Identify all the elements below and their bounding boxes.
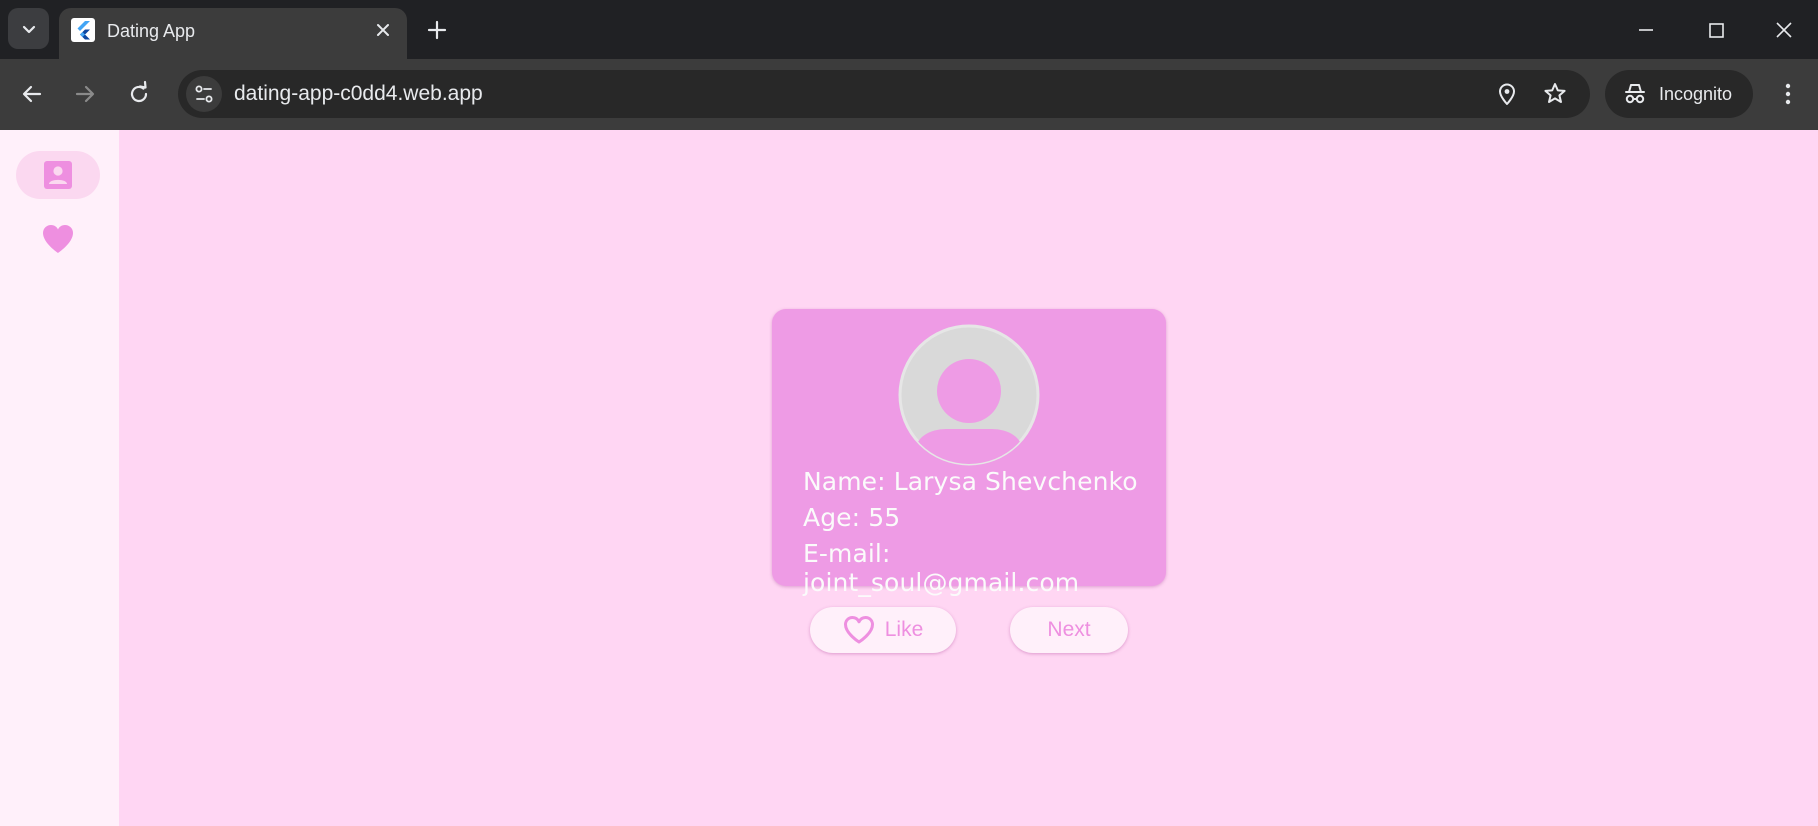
tab-search-button[interactable] (8, 8, 49, 49)
flutter-icon (71, 18, 95, 42)
profile-card: Name: Larysa Shevchenko Age: 55 E-mail: … (772, 309, 1166, 597)
star-icon[interactable] (1541, 80, 1569, 108)
site-info-button[interactable] (186, 76, 222, 112)
navigation-rail (0, 130, 119, 826)
heart-icon (43, 225, 73, 253)
profile-email: E-mail: joint_soul@gmail.com (803, 539, 1080, 597)
next-button-label: Next (1047, 618, 1091, 641)
nav-item-profiles[interactable] (16, 151, 100, 199)
url-text[interactable]: dating-app-c0dd4.web.app (234, 82, 483, 106)
browser-toolbar: dating-app-c0dd4.web.app Incognito (0, 59, 1818, 130)
kebab-menu-icon[interactable] (1770, 76, 1806, 112)
incognito-indicator[interactable]: Incognito (1605, 70, 1753, 118)
plus-icon[interactable] (423, 16, 451, 44)
like-button[interactable]: Like (810, 607, 956, 653)
chevron-down-icon (22, 25, 35, 33)
tune-icon (195, 85, 213, 103)
browser-tab-strip: Dating App (0, 0, 1818, 59)
browser-tab[interactable]: Dating App (59, 8, 407, 59)
tab-title: Dating App (107, 21, 196, 41)
arrow-right-icon[interactable] (67, 76, 103, 112)
reload-icon[interactable] (121, 76, 157, 112)
close-icon[interactable] (371, 18, 395, 42)
arrow-left-icon[interactable] (14, 76, 50, 112)
nav-item-likes[interactable] (16, 215, 100, 263)
like-button-label: Like (884, 618, 924, 641)
heart-outline-icon (843, 616, 874, 644)
maximize-icon[interactable] (1700, 14, 1732, 46)
avatar-placeholder-icon (898, 324, 1040, 466)
profile-name: Name: Larysa Shevchenko (803, 467, 1138, 496)
location-pin-icon[interactable] (1493, 80, 1521, 108)
address-bar[interactable]: dating-app-c0dd4.web.app (178, 70, 1590, 118)
incognito-label: Incognito (1659, 84, 1733, 104)
profile-age: Age: 55 (803, 503, 901, 532)
next-button[interactable]: Next (1010, 607, 1128, 653)
minimize-icon[interactable] (1630, 14, 1662, 46)
window-close-icon[interactable] (1768, 14, 1800, 46)
incognito-icon (1625, 84, 1645, 104)
contact-card-icon (44, 161, 72, 189)
